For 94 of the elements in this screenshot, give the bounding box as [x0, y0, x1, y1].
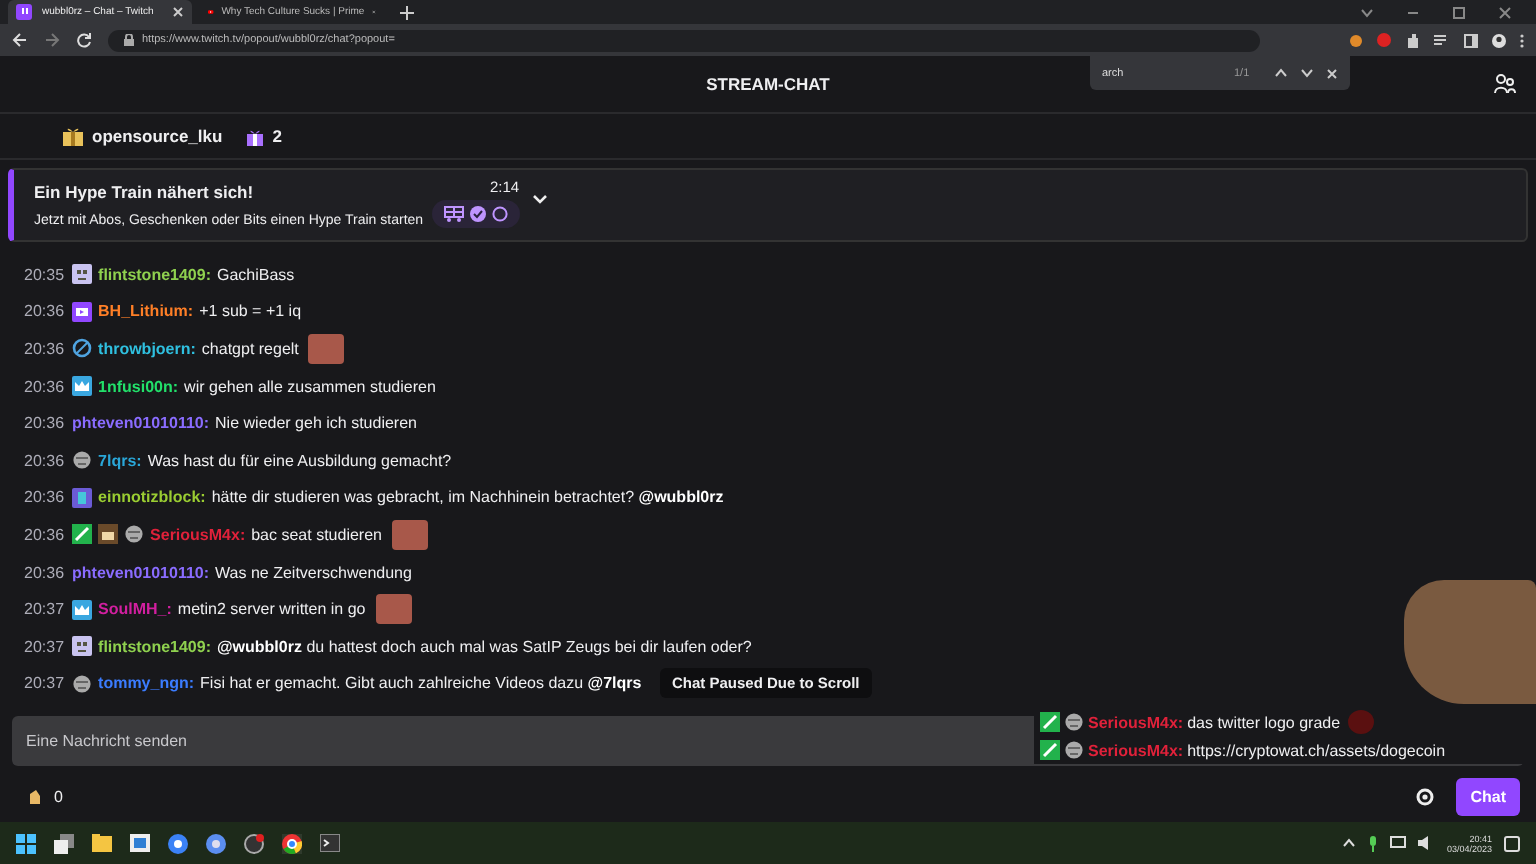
- extension-badge-icon[interactable]: [1376, 32, 1392, 48]
- timestamp: 20:36: [24, 377, 65, 396]
- globe-icon: [1064, 712, 1084, 732]
- username[interactable]: einnotizblock:: [98, 488, 206, 507]
- minimize-icon[interactable]: [1406, 7, 1420, 17]
- plus-icon[interactable]: [400, 5, 414, 19]
- message-text: GachiBass: [217, 265, 295, 284]
- message-text: hätte dir studieren was gebracht, im Nachhinein betrachtet? @wubbl0rz: [211, 488, 724, 507]
- forward-arrow-icon[interactable]: [44, 32, 60, 48]
- train-icon: [443, 206, 464, 222]
- hype-train-title: Ein Hype Train nähert sich!: [34, 182, 256, 202]
- username[interactable]: 1nfusi00n:: [98, 377, 179, 396]
- username[interactable]: flintstone1409:: [98, 637, 211, 656]
- gift-count: 2: [272, 126, 282, 146]
- close-icon[interactable]: [1498, 5, 1512, 19]
- back-arrow-icon[interactable]: [12, 32, 28, 48]
- timestamp: 20:37: [24, 674, 65, 693]
- timestamp: 20:36: [24, 525, 65, 544]
- channel-points-icon[interactable]: [28, 788, 42, 804]
- points-count: 0: [54, 787, 63, 805]
- crown-icon: [72, 376, 93, 397]
- message-text: @wubbl0rz du hattest doch auch mal was SatIP Zeugs bei dir laufen oder?: [217, 637, 752, 656]
- message-text: +1 sub = +1 iq: [199, 302, 302, 321]
- four-squares-icon[interactable]: [16, 833, 36, 853]
- cat-photo-placeholder: [1404, 580, 1536, 704]
- message-text: bac seat studieren: [251, 525, 382, 544]
- message-text: https://cryptowat.ch/assets/dogecoin: [1187, 741, 1446, 759]
- username[interactable]: phteven01010110:: [72, 414, 210, 433]
- username[interactable]: SeriousM4x:: [1088, 713, 1184, 731]
- sword-icon: [72, 524, 93, 545]
- timestamp: 20:36: [24, 339, 65, 358]
- sword-icon: [1040, 740, 1060, 760]
- timestamp: 20:35: [24, 265, 65, 284]
- monitor-icon[interactable]: [1390, 836, 1407, 850]
- timestamp: 20:36: [24, 414, 65, 433]
- chat-button[interactable]: Chat: [1456, 777, 1520, 815]
- timestamp: 20:36: [24, 563, 65, 582]
- message-text: das twitter logo grade: [1187, 713, 1341, 731]
- side-panel-icon[interactable]: [1464, 33, 1478, 47]
- message-text: metin2 server written in go: [177, 600, 366, 619]
- globe-icon: [1064, 740, 1084, 760]
- message-text: chatgpt regelt: [201, 339, 299, 358]
- settings-icon[interactable]: [1414, 785, 1437, 807]
- username[interactable]: tommy_ngn:: [98, 674, 195, 693]
- username[interactable]: SeriousM4x:: [1088, 741, 1184, 759]
- message-text: Fisi hat er gemacht. Gibt auch zahlreiche Videos dazu @7lqrs: [200, 674, 642, 693]
- chevron-down-icon[interactable]: [1299, 68, 1314, 78]
- sword-icon: [1040, 712, 1060, 732]
- message-text: Nie wieder geh ich studieren: [215, 414, 417, 433]
- stacked-windows-icon[interactable]: [54, 833, 74, 853]
- restore-icon[interactable]: [1452, 5, 1466, 19]
- gift-icon: [62, 126, 84, 146]
- chevron-up-icon[interactable]: [1273, 68, 1288, 78]
- tv-icon: [72, 301, 93, 322]
- profile-icon[interactable]: [1492, 33, 1506, 47]
- close-icon[interactable]: [1325, 67, 1338, 79]
- gifter-name[interactable]: opensource_lku: [92, 126, 223, 146]
- username[interactable]: SoulMH_:: [98, 600, 172, 619]
- gift-icon: [246, 127, 265, 145]
- message-text: Was hast du für eine Ausbildung gemacht?: [147, 451, 452, 470]
- globe-icon: [72, 673, 93, 694]
- robot-icon: [72, 636, 93, 657]
- timestamp: 20:37: [24, 637, 65, 656]
- timestamp: 20:36: [24, 451, 65, 470]
- close-icon[interactable]: [172, 6, 184, 18]
- playlist-icon[interactable]: [1434, 34, 1450, 46]
- timestamp: 20:36: [24, 488, 65, 507]
- browser-icon[interactable]: [282, 833, 302, 853]
- globe-icon: [124, 524, 145, 545]
- chat-bubble-icon: [16, 4, 34, 20]
- username[interactable]: SeriousM4x:: [150, 525, 246, 544]
- timestamp: 20:36: [24, 302, 65, 321]
- reload-icon[interactable]: [76, 32, 92, 48]
- folder-icon[interactable]: [92, 834, 112, 852]
- username[interactable]: phteven01010110:: [72, 563, 210, 582]
- notification-icon[interactable]: [1504, 835, 1520, 851]
- chevron-up-icon[interactable]: [1342, 838, 1357, 848]
- username[interactable]: 7lqrs:: [98, 451, 142, 470]
- message-text: wir gehen alle zusammen studieren: [184, 377, 436, 396]
- username[interactable]: flintstone1409:: [98, 265, 211, 284]
- lock-icon: [124, 34, 134, 46]
- microphone-icon[interactable]: [1368, 835, 1379, 851]
- terminal-icon[interactable]: [320, 834, 340, 852]
- crown-icon: [72, 599, 93, 620]
- circle-app-icon[interactable]: [244, 833, 264, 853]
- message-text: Was ne Zeitverschwendung: [215, 563, 412, 582]
- timestamp: 20:37: [24, 600, 65, 619]
- username[interactable]: BH_Lithium:: [98, 302, 194, 321]
- window-icon[interactable]: [130, 834, 150, 852]
- users-icon[interactable]: [1494, 74, 1516, 94]
- robot-icon: [72, 264, 93, 285]
- globe-icon: [72, 450, 93, 471]
- chat-title: STREAM-CHAT: [706, 74, 830, 94]
- username[interactable]: throwbjoern:: [98, 339, 196, 358]
